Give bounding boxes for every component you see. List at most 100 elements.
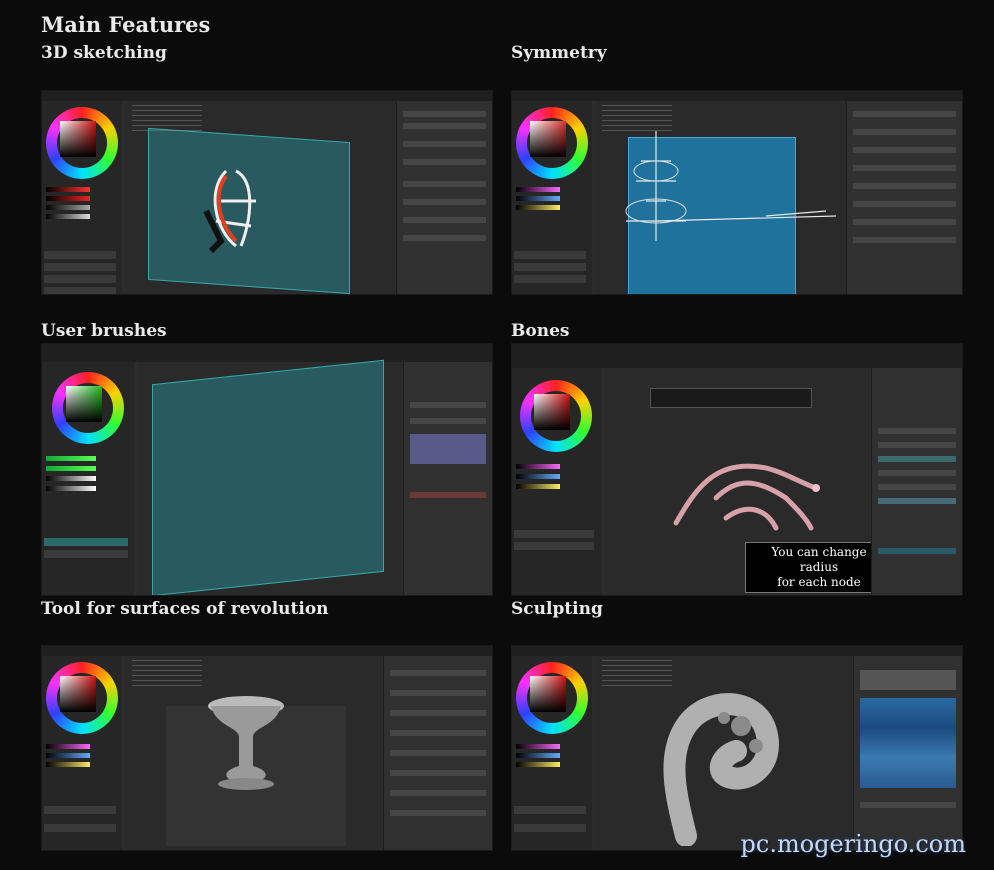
panel-row xyxy=(390,670,486,676)
layer-row xyxy=(44,550,128,558)
3d-viewport xyxy=(138,359,402,595)
panel-row xyxy=(390,730,486,736)
panel-row xyxy=(878,456,956,462)
color-slider xyxy=(46,744,90,749)
color-square xyxy=(530,676,566,712)
panel-row xyxy=(410,402,486,408)
panel-row xyxy=(878,470,956,476)
tool-hint-box xyxy=(650,388,812,408)
sculpted-model xyxy=(663,693,779,846)
screenshot-user-brushes xyxy=(41,343,493,596)
panel-row xyxy=(390,790,486,796)
color-slider xyxy=(516,762,560,767)
stats-overlay xyxy=(132,105,202,135)
layer-row xyxy=(514,530,594,538)
app-toolbar xyxy=(42,344,492,362)
app-menubar xyxy=(512,91,962,101)
panel-row xyxy=(853,183,956,189)
feature-caption-symmetry: Symmetry xyxy=(511,43,607,63)
color-slider xyxy=(46,205,90,210)
panel-row xyxy=(403,159,486,165)
layer-row xyxy=(44,275,116,283)
page-title: Main Features xyxy=(41,12,211,37)
layer-row xyxy=(44,251,116,259)
color-slider xyxy=(516,464,560,469)
panel-row xyxy=(403,217,486,223)
color-slider xyxy=(516,196,560,201)
layer-row xyxy=(514,824,586,832)
panel-row xyxy=(403,123,486,129)
palette-panel xyxy=(512,656,592,850)
color-square xyxy=(534,394,570,430)
color-slider xyxy=(516,744,560,749)
tools-panel xyxy=(396,101,492,294)
panel-row xyxy=(403,199,486,205)
panel-row xyxy=(390,770,486,776)
color-slider xyxy=(516,753,560,758)
panel-row xyxy=(410,418,486,424)
palette-panel xyxy=(42,101,122,294)
layer-row xyxy=(44,806,116,814)
panel-row xyxy=(878,442,956,448)
tools-panel xyxy=(871,368,962,595)
color-slider xyxy=(46,466,96,471)
palette-panel xyxy=(512,101,592,294)
layer-row xyxy=(44,824,116,832)
tools-panel xyxy=(846,101,962,294)
color-slider xyxy=(516,187,560,192)
panel-row xyxy=(403,111,486,117)
panel-row xyxy=(403,235,486,241)
palette-panel xyxy=(512,368,602,595)
layer-row xyxy=(514,542,594,550)
app-menubar xyxy=(512,646,962,656)
layer-row xyxy=(514,806,586,814)
layer-row xyxy=(44,263,116,271)
panel-row xyxy=(878,498,956,504)
app-menubar xyxy=(42,91,492,101)
sketch-model xyxy=(203,169,256,254)
app-toolbar xyxy=(512,344,962,368)
screenshot-bones: You can change radius for each node xyxy=(511,343,963,596)
panel-row xyxy=(390,810,486,816)
brush-list xyxy=(410,434,486,464)
panel-row xyxy=(390,750,486,756)
bone-model xyxy=(673,463,820,531)
panel-row xyxy=(853,129,956,135)
screenshot-surfaces-of-revolution xyxy=(41,645,493,851)
stats-overlay xyxy=(602,660,672,690)
feature-caption-user-brushes: User brushes xyxy=(41,321,167,341)
layer-row xyxy=(514,251,586,259)
revolved-model xyxy=(208,696,284,790)
color-slider xyxy=(46,476,96,481)
layer-row xyxy=(514,275,586,283)
color-slider xyxy=(516,484,560,489)
panel-row xyxy=(878,428,956,434)
panel-row xyxy=(403,141,486,147)
screenshot-3d-sketching xyxy=(41,90,493,295)
screenshot-sculpting xyxy=(511,645,963,851)
feature-caption-sculpting: Sculpting xyxy=(511,599,603,619)
panel-row xyxy=(403,181,486,187)
palette-panel xyxy=(42,656,122,850)
layer-row xyxy=(514,263,586,271)
brush-library-panel xyxy=(403,362,492,595)
panel-row xyxy=(853,165,956,171)
color-square xyxy=(60,676,96,712)
color-slider xyxy=(46,456,96,461)
panel-row xyxy=(853,111,956,117)
color-slider xyxy=(46,762,90,767)
layer-row xyxy=(44,287,116,294)
color-slider xyxy=(46,196,90,201)
color-square xyxy=(66,386,102,422)
layer-row xyxy=(44,538,128,546)
panel-row xyxy=(860,802,956,808)
app-menubar xyxy=(42,646,492,656)
grid-plane xyxy=(152,359,384,595)
panel-row xyxy=(390,690,486,696)
tools-panel xyxy=(383,656,492,850)
color-slider xyxy=(46,753,90,758)
color-square xyxy=(60,121,96,157)
site-watermark: pc.mogeringo.com xyxy=(740,830,966,858)
color-slider xyxy=(46,486,96,491)
color-slider xyxy=(46,214,90,219)
